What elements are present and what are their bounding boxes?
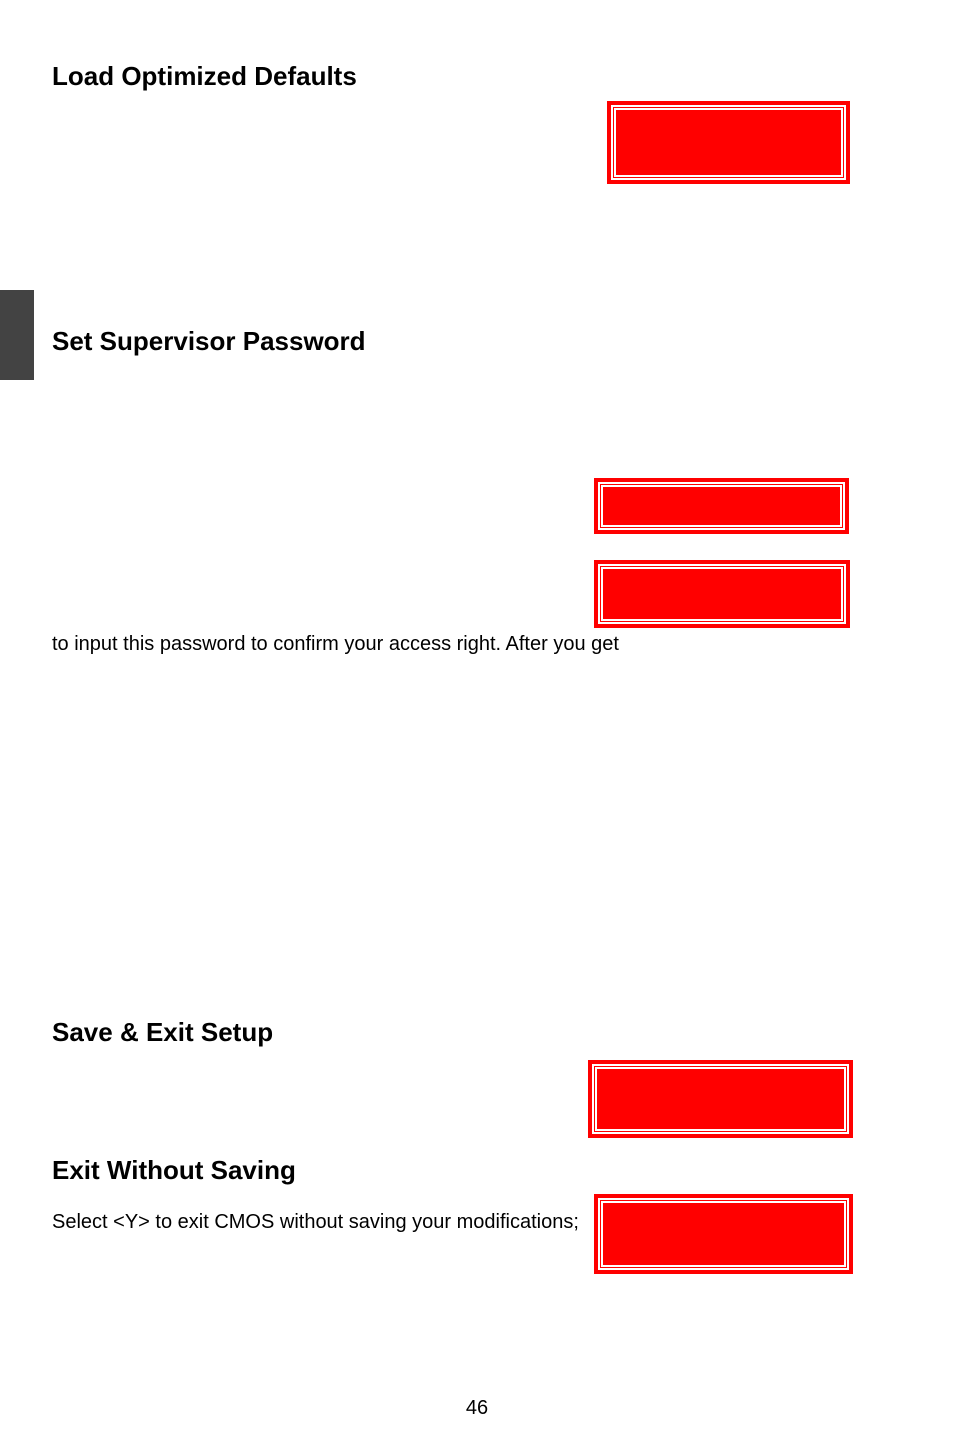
- dialog-box-redacted: [611, 105, 846, 180]
- dialog-box-redacted: [598, 564, 846, 624]
- document-page: Load Optimized Defaults Set Supervisor P…: [0, 0, 954, 1452]
- heading-exit-without-saving: Exit Without Saving: [52, 1154, 296, 1187]
- paragraph-access-right: to input this password to confirm your a…: [52, 630, 619, 658]
- dialog-box-redacted: [598, 1198, 849, 1270]
- dialog-box-redacted: [592, 1064, 849, 1134]
- heading-load-optimized-defaults: Load Optimized Defaults: [52, 60, 357, 93]
- paragraph-exit-without-saving: Select <Y> to exit CMOS without saving y…: [52, 1208, 579, 1236]
- left-margin-tab: [0, 290, 34, 380]
- page-number: 46: [0, 1397, 954, 1420]
- dialog-box-redacted: [598, 482, 845, 530]
- heading-save-exit-setup: Save & Exit Setup: [52, 1016, 273, 1049]
- heading-set-supervisor-password: Set Supervisor Password: [52, 325, 366, 358]
